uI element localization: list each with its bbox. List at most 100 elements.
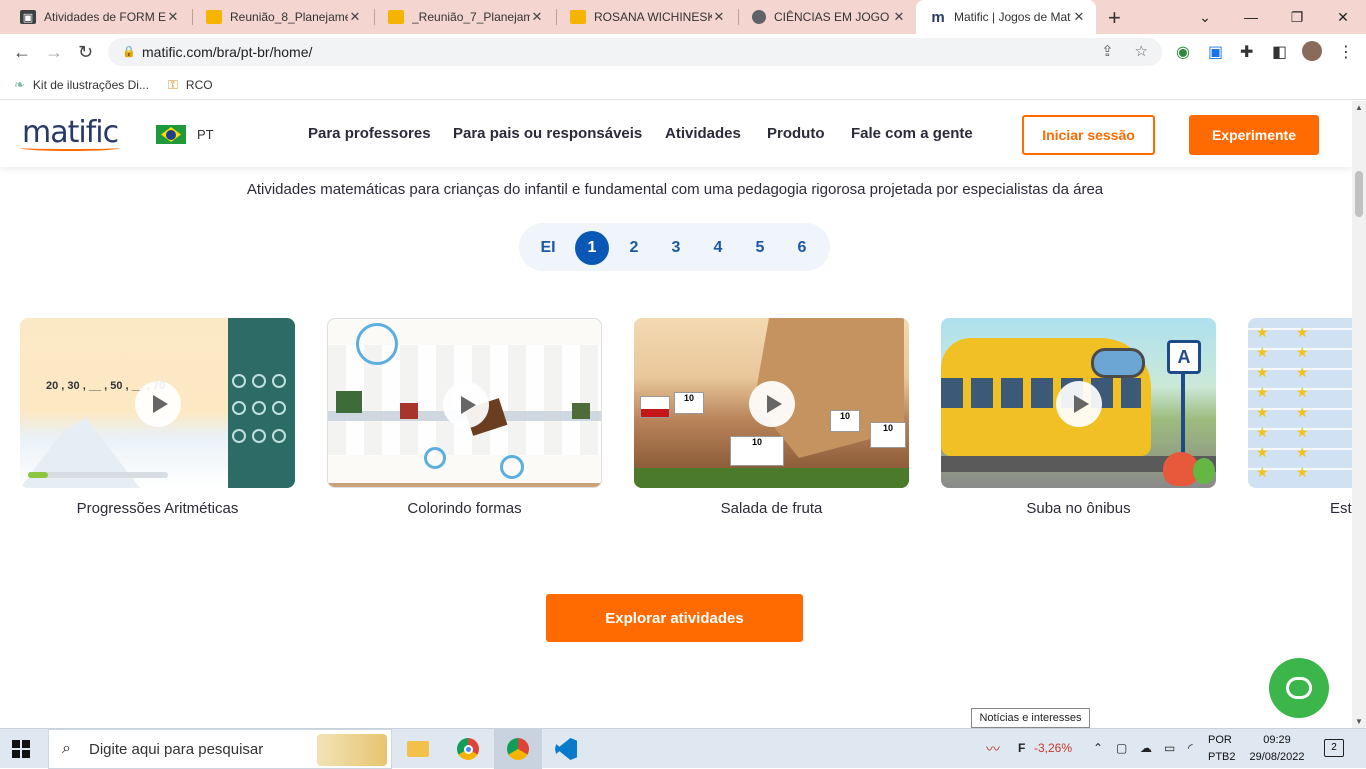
activity-card[interactable]: A Suba no ônibus [941,318,1216,517]
matific-icon: m [931,8,945,26]
play-icon[interactable] [1056,381,1102,427]
activity-card[interactable]: Colorindo formas [327,318,602,517]
browser-tab[interactable]: _Reunião_7_Planejame ✕ [374,0,554,34]
play-icon[interactable] [443,382,489,428]
lang-line1: POR [1208,734,1232,746]
logo-swoosh [20,145,120,151]
extension-icon[interactable]: ◉ [1176,42,1190,62]
keyboard-language[interactable]: POR PTB2 [1208,732,1236,766]
address-bar[interactable]: 🔒 matific.com/bra/pt-br/home/ ⇪ ☆ [108,38,1162,66]
brazil-flag-icon[interactable] [156,125,186,144]
slides-icon [570,10,586,24]
vertical-scrollbar[interactable]: ▲ ▼ [1352,101,1366,728]
close-icon[interactable]: ✕ [348,9,362,25]
login-button[interactable]: Iniciar sessão [1022,115,1155,155]
minimize-icon[interactable]: — [1228,0,1274,34]
play-icon[interactable] [749,381,795,427]
chrome-profile-icon[interactable] [494,729,542,769]
activity-thumbnail[interactable]: 20 , 30 , __ , 50 , __ , 70 [20,318,295,488]
notification-icon[interactable]: 2 [1324,739,1344,757]
browser-tab[interactable]: ▣ Atividades de FORM E ✕ [6,0,190,34]
nav-activities[interactable]: Atividades [665,125,741,142]
grade-selector: EI 1 2 3 4 5 6 [519,223,830,271]
activity-thumbnail[interactable]: A [941,318,1216,488]
scroll-down-icon[interactable]: ▼ [1355,717,1363,726]
activity-thumbnail[interactable]: ★ ★ ★ ★ ★ ★ ★ ★ ★ ★ ★ ★ ★ ★ ★ ★ [1248,318,1352,488]
nav-product[interactable]: Produto [767,125,825,142]
stock-chart-icon[interactable]: 〰 [986,739,1000,759]
language-code[interactable]: PT [197,127,214,142]
book-icon: ❧ [14,77,25,92]
crate-label: 10 [830,410,860,432]
wifi-icon[interactable]: ◜ [1188,741,1193,755]
activity-card[interactable]: 10 10 10 10 Salada de fruta [634,318,909,517]
file-explorer-icon[interactable] [394,729,442,769]
activity-thumbnail[interactable] [327,318,602,488]
grade-1[interactable]: 1 [575,231,609,265]
bookmark-label: RCO [185,78,213,92]
vscode-icon[interactable] [542,729,590,769]
forward-icon[interactable]: → [45,42,63,63]
bookmark-item[interactable]: ❧ Kit de ilustrações Di... [14,77,149,93]
grade-2[interactable]: 2 [617,231,651,265]
windows-start-icon[interactable] [12,740,30,758]
activity-card[interactable]: ★ ★ ★ ★ ★ ★ ★ ★ ★ ★ ★ ★ ★ ★ ★ ★ Est [1248,318,1352,517]
bookmark-star-icon[interactable]: ☆ [1135,43,1148,60]
profile-avatar[interactable] [1302,41,1322,61]
battery-icon[interactable]: ▭ [1164,741,1175,755]
menu-dots-icon[interactable]: ⋮ [1338,42,1354,62]
nav-contact[interactable]: Fale com a gente [851,125,973,142]
scroll-thumb[interactable] [1355,171,1363,217]
stock-symbol[interactable]: F [1018,741,1025,755]
nav-teachers[interactable]: Para professores [308,125,431,142]
url-text: matific.com/bra/pt-br/home/ [142,44,313,60]
grade-4[interactable]: 4 [701,231,735,265]
meet-icon[interactable]: ▢ [1116,741,1127,755]
play-icon[interactable] [135,381,181,427]
bus-stop-sign: A [1167,340,1201,374]
explore-activities-button[interactable]: Explorar atividades [546,594,803,642]
puzzle-extensions-icon[interactable]: ✚ [1240,42,1253,62]
grade-ei[interactable]: EI [531,231,565,265]
tab-title: Atividades de FORM E [44,10,166,24]
lang-line2: PTB2 [1208,751,1236,763]
page-tagline: Atividades matemáticas para crianças do … [246,181,1104,198]
screen-record-icon[interactable]: ▣ [1208,42,1223,62]
restore-icon[interactable]: ❐ [1274,0,1320,34]
browser-tab[interactable]: CIÊNCIAS EM JOGO ✕ [738,0,916,34]
taskbar-search[interactable]: ⌕ Digite aqui para pesquisar [48,729,392,769]
stock-change[interactable]: -3,26% [1034,741,1072,755]
chat-widget-button[interactable] [1269,658,1329,718]
grade-5[interactable]: 5 [743,231,777,265]
close-icon[interactable]: ✕ [712,9,726,25]
reload-icon[interactable]: ↻ [78,42,93,63]
system-clock[interactable]: 09:29 29/08/2022 [1248,732,1306,766]
back-icon[interactable]: ← [13,42,31,63]
nav-parents[interactable]: Para pais ou responsáveis [453,125,642,142]
activity-title: Progressões Aritméticas [76,500,239,517]
bookmark-item[interactable]: ⚿ RCO [168,77,213,93]
onedrive-icon[interactable]: ☁ [1140,741,1152,755]
grade-6[interactable]: 6 [785,231,819,265]
try-button[interactable]: Experimente [1189,115,1319,155]
new-tab-icon[interactable]: + [1108,5,1121,31]
window-close-icon[interactable]: ✕ [1320,0,1366,34]
share-icon[interactable]: ⇪ [1101,43,1114,60]
crate-label: 10 [730,436,784,466]
close-icon[interactable]: ✕ [530,9,544,25]
side-panel-icon[interactable]: ◧ [1272,42,1287,62]
tab-search-icon[interactable]: ⌄ [1182,0,1228,34]
close-icon[interactable]: ✕ [892,9,906,25]
browser-tab-active[interactable]: m Matific | Jogos de Mat ✕ [916,0,1096,34]
show-hidden-icons[interactable]: ⌃ [1093,741,1103,755]
scroll-up-icon[interactable]: ▲ [1355,103,1363,112]
chrome-icon[interactable] [444,729,492,769]
grade-3[interactable]: 3 [659,231,693,265]
activity-card[interactable]: 20 , 30 , __ , 50 , __ , 70 Progressões … [20,318,295,517]
browser-tab[interactable]: ROSANA WICHINESKI ✕ [556,0,736,34]
close-icon[interactable]: ✕ [166,9,180,25]
activity-thumbnail[interactable]: 10 10 10 10 [634,318,909,488]
close-icon[interactable]: ✕ [1072,9,1086,25]
browser-tab[interactable]: Reunião_8_Planejamen ✕ [192,0,372,34]
tab-title: ROSANA WICHINESKI [594,10,712,24]
